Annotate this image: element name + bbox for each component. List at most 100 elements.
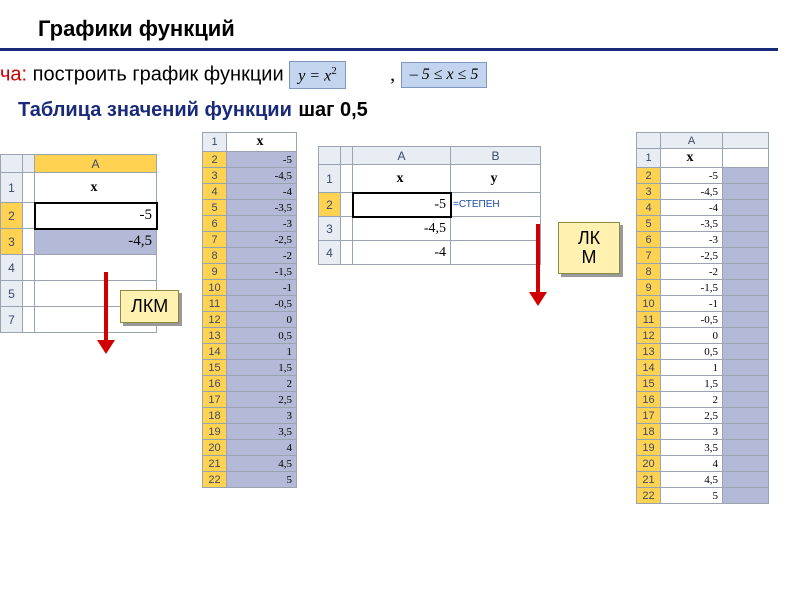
cell[interactable]: -5 xyxy=(661,168,723,184)
cell[interactable]: 3,5 xyxy=(661,440,723,456)
row-header[interactable]: 3 xyxy=(319,217,341,241)
row-header[interactable]: 15 xyxy=(637,376,661,392)
cell[interactable] xyxy=(723,360,769,376)
cell[interactable]: -2 xyxy=(661,264,723,280)
cell-B2-formula[interactable]: =СТЕПЕН xyxy=(451,193,541,217)
row-header[interactable]: 6 xyxy=(203,216,227,232)
row-header[interactable]: 16 xyxy=(203,376,227,392)
row-header[interactable]: 21 xyxy=(637,472,661,488)
cell[interactable]: -3 xyxy=(227,216,297,232)
cell[interactable]: -4,5 xyxy=(661,184,723,200)
cell[interactable] xyxy=(723,184,769,200)
row-header[interactable]: 22 xyxy=(637,488,661,504)
cell[interactable] xyxy=(723,472,769,488)
col-header-A[interactable]: A xyxy=(35,155,157,173)
cell-A4[interactable]: -4 xyxy=(353,241,451,265)
cell-x-header[interactable]: x xyxy=(35,173,157,203)
cell[interactable]: 2 xyxy=(227,376,297,392)
row-header[interactable]: 4 xyxy=(203,184,227,200)
row-header[interactable]: 3 xyxy=(1,229,23,255)
cell[interactable]: -2,5 xyxy=(661,248,723,264)
cell[interactable]: -4 xyxy=(661,200,723,216)
row-header[interactable]: 16 xyxy=(637,392,661,408)
cell[interactable] xyxy=(723,216,769,232)
row-header[interactable]: 14 xyxy=(203,344,227,360)
cell[interactable]: -5 xyxy=(227,152,297,168)
row-header[interactable]: 2 xyxy=(1,203,23,229)
cell[interactable]: 4 xyxy=(661,456,723,472)
cell[interactable]: 1 xyxy=(661,360,723,376)
cell[interactable]: 3 xyxy=(227,408,297,424)
row-header[interactable]: 6 xyxy=(637,232,661,248)
row-header[interactable]: 20 xyxy=(203,440,227,456)
row-header[interactable]: 8 xyxy=(203,248,227,264)
cell[interactable] xyxy=(723,392,769,408)
cell-A2[interactable]: -5 xyxy=(353,193,451,217)
cell[interactable]: -2 xyxy=(227,248,297,264)
row-header[interactable]: 20 xyxy=(637,456,661,472)
cell[interactable]: 3 xyxy=(661,424,723,440)
row-header[interactable]: 4 xyxy=(319,241,341,265)
row-header[interactable]: 9 xyxy=(637,280,661,296)
cell[interactable]: -1 xyxy=(227,280,297,296)
cell[interactable]: 1,5 xyxy=(661,376,723,392)
cell-x-header[interactable]: x xyxy=(227,133,297,152)
row-header[interactable]: 2 xyxy=(203,152,227,168)
cell[interactable]: 5 xyxy=(661,488,723,504)
cell[interactable]: 4,5 xyxy=(661,472,723,488)
cell[interactable] xyxy=(723,424,769,440)
cell[interactable] xyxy=(723,248,769,264)
cell[interactable]: 2,5 xyxy=(661,408,723,424)
cell[interactable]: -3 xyxy=(661,232,723,248)
cell[interactable]: -1,5 xyxy=(661,280,723,296)
cell[interactable] xyxy=(723,168,769,184)
cell-B4[interactable] xyxy=(451,241,541,265)
cell-A3[interactable]: -4,5 xyxy=(353,217,451,241)
row-header[interactable]: 17 xyxy=(637,408,661,424)
row-header[interactable]: 11 xyxy=(637,312,661,328)
cell[interactable] xyxy=(723,312,769,328)
cell[interactable]: -0,5 xyxy=(661,312,723,328)
row-header[interactable]: 17 xyxy=(203,392,227,408)
row-header[interactable]: 3 xyxy=(637,184,661,200)
cell[interactable]: 1,5 xyxy=(227,360,297,376)
cell[interactable]: 0 xyxy=(227,312,297,328)
cell[interactable]: -3,5 xyxy=(227,200,297,216)
cell[interactable]: 0 xyxy=(661,328,723,344)
cell[interactable] xyxy=(723,200,769,216)
cell[interactable]: 3,5 xyxy=(227,424,297,440)
row-header[interactable]: 3 xyxy=(203,168,227,184)
cell[interactable]: -4,5 xyxy=(227,168,297,184)
row-header[interactable]: 5 xyxy=(637,216,661,232)
cell[interactable]: 4 xyxy=(227,440,297,456)
cell[interactable] xyxy=(723,488,769,504)
cell-y-header[interactable]: y xyxy=(451,165,541,193)
row-header[interactable]: 2 xyxy=(637,168,661,184)
col-header-A[interactable]: A xyxy=(353,147,451,165)
cell[interactable]: -1,5 xyxy=(227,264,297,280)
cell[interactable] xyxy=(723,328,769,344)
row-header[interactable]: 11 xyxy=(203,296,227,312)
row-header[interactable]: 21 xyxy=(203,456,227,472)
row-header[interactable]: 7 xyxy=(203,232,227,248)
cell[interactable]: 2 xyxy=(661,392,723,408)
cell-A3[interactable]: -4,5 xyxy=(35,229,157,255)
row-header[interactable]: 13 xyxy=(637,344,661,360)
row-header[interactable]: 12 xyxy=(203,312,227,328)
row-header[interactable]: 19 xyxy=(637,440,661,456)
row-header[interactable]: 12 xyxy=(637,328,661,344)
row-header[interactable]: 13 xyxy=(203,328,227,344)
col-header-B[interactable]: B xyxy=(451,147,541,165)
cell[interactable] xyxy=(723,296,769,312)
cell-B3[interactable] xyxy=(451,217,541,241)
row-header[interactable]: 10 xyxy=(203,280,227,296)
cell[interactable]: 5 xyxy=(227,472,297,488)
row-header[interactable]: 10 xyxy=(637,296,661,312)
row-header[interactable]: 19 xyxy=(203,424,227,440)
row-header[interactable]: 5 xyxy=(1,281,23,307)
row-header[interactable]: 18 xyxy=(637,424,661,440)
row-header[interactable]: 1 xyxy=(1,173,23,203)
cell[interactable]: -4 xyxy=(227,184,297,200)
cell[interactable] xyxy=(723,264,769,280)
row-header[interactable]: 2 xyxy=(319,193,341,217)
